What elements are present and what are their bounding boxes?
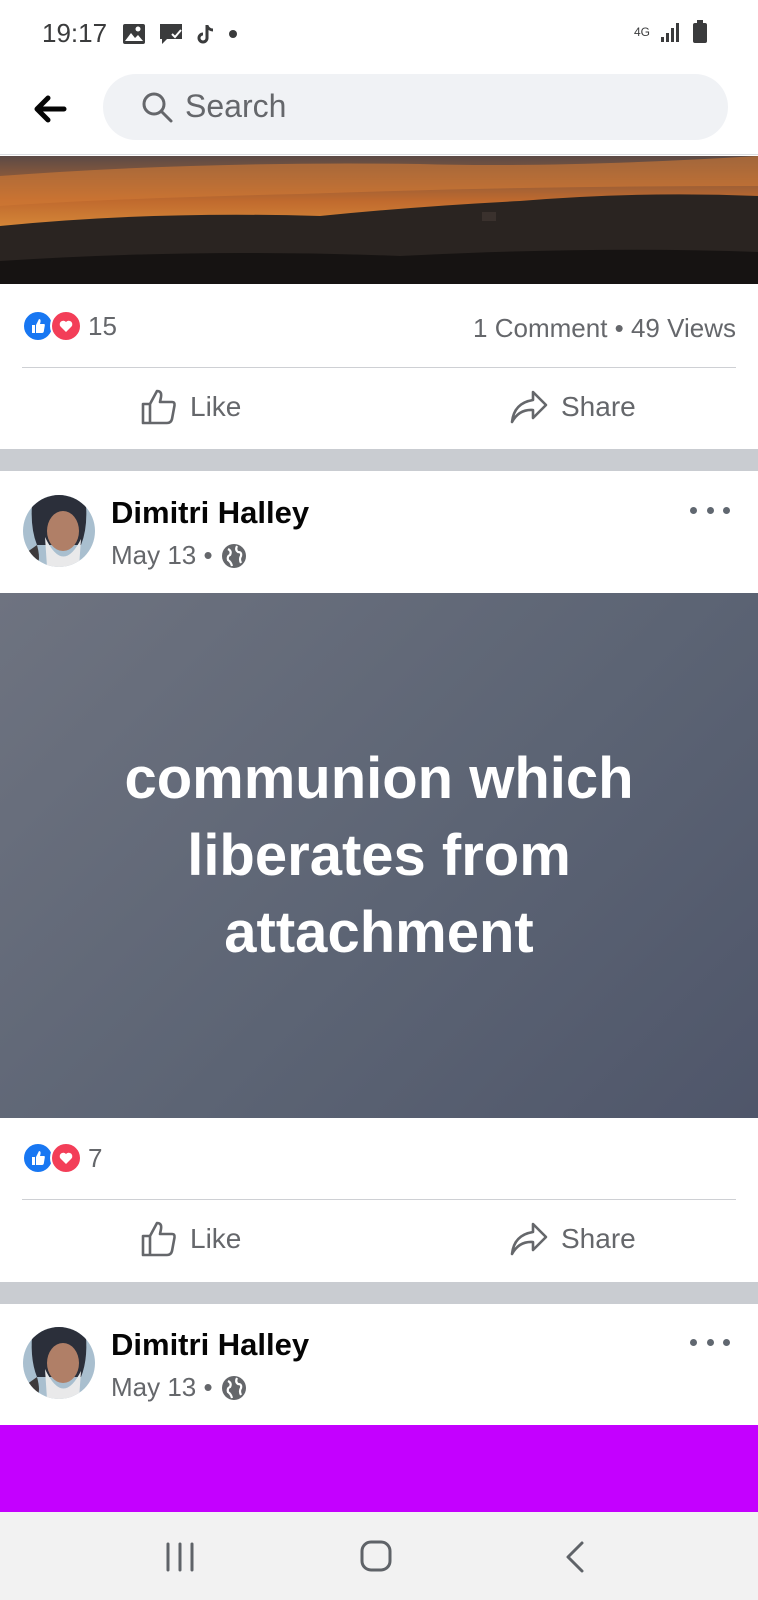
divider bbox=[22, 1199, 736, 1200]
search-placeholder[interactable]: Search bbox=[185, 88, 286, 125]
reaction-count: 7 bbox=[88, 1142, 103, 1173]
post-date[interactable]: May 13 • bbox=[111, 540, 213, 571]
comments-views-count[interactable]: 1 Comment • 49 Views bbox=[473, 313, 736, 344]
home-icon bbox=[360, 1540, 392, 1572]
tiktok-icon bbox=[197, 25, 214, 44]
battery-icon bbox=[693, 20, 707, 43]
back-button[interactable] bbox=[30, 86, 76, 132]
notification-icons bbox=[122, 22, 238, 46]
share-icon bbox=[510, 390, 548, 424]
like-label: Like bbox=[190, 391, 242, 422]
share-button[interactable]: Share bbox=[509, 1220, 636, 1258]
post-text: communion which liberates from attachmen… bbox=[124, 746, 634, 965]
post2-reactions[interactable]: 7 bbox=[22, 1142, 102, 1174]
reaction-count: 15 bbox=[88, 310, 117, 341]
network-type-label: 4G bbox=[633, 25, 650, 39]
share-button[interactable]: Share bbox=[509, 388, 636, 426]
like-button[interactable]: Like bbox=[140, 388, 241, 426]
feed-separator bbox=[0, 449, 758, 471]
like-button[interactable]: Like bbox=[140, 1220, 241, 1258]
divider bbox=[22, 367, 736, 368]
like-label: Like bbox=[190, 1223, 242, 1254]
post1-reactions[interactable]: 15 bbox=[22, 310, 117, 342]
more-options-button[interactable] bbox=[690, 500, 730, 520]
like-icon bbox=[141, 389, 176, 425]
back-arrow-icon bbox=[34, 95, 67, 123]
recent-apps-button[interactable] bbox=[162, 1540, 198, 1574]
like-icon bbox=[141, 1221, 176, 1257]
post-image-sunset[interactable] bbox=[0, 156, 758, 284]
text-post-background[interactable]: communion which liberates from attachmen… bbox=[0, 593, 758, 1118]
signal-icon bbox=[661, 23, 679, 42]
system-status-icons: 4G bbox=[634, 20, 708, 44]
post-date[interactable]: May 13 • bbox=[111, 1372, 213, 1403]
author-name[interactable]: Dimitri Halley bbox=[111, 1327, 309, 1363]
text-post-background[interactable] bbox=[0, 1425, 758, 1513]
post-meta: May 13 • bbox=[111, 1372, 247, 1403]
author-name[interactable]: Dimitri Halley bbox=[111, 495, 309, 531]
chevron-left-icon bbox=[566, 1541, 584, 1573]
message-icon bbox=[160, 24, 182, 44]
post-meta: May 13 • bbox=[111, 540, 247, 571]
share-label: Share bbox=[561, 1223, 636, 1254]
recent-apps-icon bbox=[166, 1542, 194, 1572]
status-time: 19:17 bbox=[42, 18, 108, 48]
more-options-button[interactable] bbox=[690, 1332, 730, 1352]
share-icon bbox=[510, 1222, 548, 1256]
feed-separator bbox=[0, 1282, 758, 1304]
avatar[interactable] bbox=[23, 495, 95, 567]
dot-icon bbox=[229, 30, 237, 38]
share-label: Share bbox=[561, 391, 636, 422]
search-icon bbox=[140, 90, 174, 124]
gallery-icon bbox=[123, 24, 145, 44]
love-reaction-icon bbox=[50, 310, 82, 342]
globe-icon bbox=[221, 543, 246, 568]
home-button[interactable] bbox=[358, 1538, 396, 1576]
back-nav-button[interactable] bbox=[560, 1538, 590, 1576]
love-reaction-icon bbox=[50, 1142, 82, 1174]
globe-icon bbox=[221, 1375, 246, 1400]
avatar[interactable] bbox=[23, 1327, 95, 1399]
